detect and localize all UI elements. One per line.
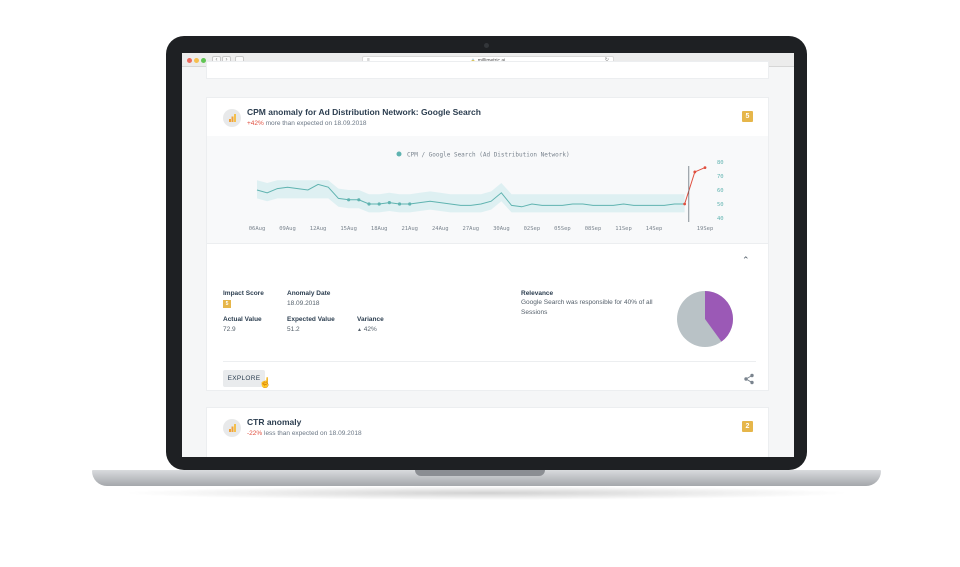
anomaly-title[interactable]: CTR anomaly: [247, 417, 301, 427]
data-point: [387, 201, 391, 205]
legend-swatch: [396, 151, 402, 157]
data-point: [367, 202, 371, 206]
analytics-icon: [229, 114, 236, 122]
anomaly-point: [683, 202, 687, 206]
x-tick-label: 24Aug: [432, 226, 449, 232]
share-icon[interactable]: [743, 373, 755, 385]
x-tick-label: 14Sep: [646, 226, 663, 232]
y-tick-label: 60: [717, 188, 724, 194]
change-percent: -22%: [247, 430, 263, 437]
anomaly-card: CPM anomaly for Ad Distribution Network:…: [206, 97, 769, 391]
y-tick-label: 50: [717, 202, 724, 208]
impact-score-label: Impact Score: [223, 290, 264, 297]
variance-value: ▲ 42%: [357, 326, 377, 333]
laptop-shadow: [120, 486, 853, 500]
x-tick-label: 27Aug: [463, 226, 480, 232]
y-tick-label: 80: [717, 160, 724, 166]
x-tick-label: 11Sep: [615, 226, 632, 232]
hand-cursor-icon: ☝: [259, 378, 272, 389]
ctr-anomaly-card: CTR anomaly -22% less than expected on 1…: [206, 407, 769, 457]
x-tick-label: 02Sep: [524, 226, 541, 232]
x-tick-label: 08Sep: [585, 226, 602, 232]
change-percent: +42%: [247, 120, 264, 127]
anomaly-date-label: Anomaly Date: [287, 290, 331, 297]
collapse-chevron-icon[interactable]: ⌃: [742, 255, 750, 266]
variance-label: Variance: [357, 316, 384, 323]
y-tick-label: 70: [717, 174, 724, 180]
anomaly-title[interactable]: CPM anomaly for Ad Distribution Network:…: [247, 107, 481, 117]
minimize-window-button[interactable]: [194, 58, 199, 63]
data-point: [347, 198, 351, 202]
relevance-text: Google Search was responsible for 40% of…: [521, 299, 653, 316]
data-source-avatar: [223, 419, 241, 437]
data-point: [357, 198, 361, 202]
x-tick-label: 30Aug: [493, 226, 510, 232]
data-point: [408, 202, 412, 206]
data-source-avatar: [223, 109, 241, 127]
laptop-notch: [415, 470, 545, 476]
cpm-line-chart: CPM / Google Search (Ad Distribution Net…: [249, 151, 724, 232]
x-tick-label: 12Aug: [310, 226, 327, 232]
actual-value: 72.9: [223, 326, 236, 333]
legend-label: CPM / Google Search (Ad Distribution Net…: [407, 152, 570, 159]
expected-value-label: Expected Value: [287, 316, 335, 323]
actual-value-label: Actual Value: [223, 316, 262, 323]
x-tick-label: 09Aug: [279, 226, 296, 232]
details-divider: [223, 361, 756, 362]
anomaly-date-value: 18.09.2018: [287, 300, 320, 307]
webcam: [484, 43, 489, 48]
impact-score-badge: 5: [742, 111, 753, 122]
analytics-icon: [229, 424, 236, 432]
browser-window: ‹ › ≡ 🔒millimetric.ai ↻ CPM anomaly for …: [182, 53, 794, 457]
x-tick-label: 06Aug: [249, 226, 266, 232]
x-tick-label: 21Aug: [401, 226, 418, 232]
anomaly-subtitle: -22% less than expected on 18.09.2018: [247, 430, 362, 437]
data-point: [377, 202, 381, 206]
anomaly-details: ⌃ Impact Score 5 Anomaly Date 18.09.2018…: [207, 245, 768, 391]
previous-anomaly-card: [206, 61, 769, 79]
y-tick-label: 40: [717, 216, 724, 222]
x-tick-label: 19Sep: [697, 226, 714, 232]
x-tick-label: 15Aug: [340, 226, 357, 232]
anomaly-point: [693, 170, 697, 174]
impact-score-badge: 2: [742, 421, 753, 432]
close-window-button[interactable]: [187, 58, 192, 63]
anomaly-chart: CPM / Google Search (Ad Distribution Net…: [207, 136, 768, 244]
x-tick-label: 18Aug: [371, 226, 388, 232]
anomaly-point: [703, 166, 707, 169]
relevance-label: Relevance: [521, 290, 554, 297]
relevance-pie-chart: [677, 291, 733, 347]
data-point: [397, 202, 402, 206]
variance-up-icon: ▲: [357, 327, 362, 333]
impact-score-mini-badge: 5: [223, 300, 231, 308]
page-content: CPM anomaly for Ad Distribution Network:…: [182, 61, 794, 457]
x-tick-label: 05Sep: [554, 226, 571, 232]
anomaly-subtitle: +42% more than expected on 18.09.2018: [247, 120, 367, 127]
expected-value: 51.2: [287, 326, 300, 333]
